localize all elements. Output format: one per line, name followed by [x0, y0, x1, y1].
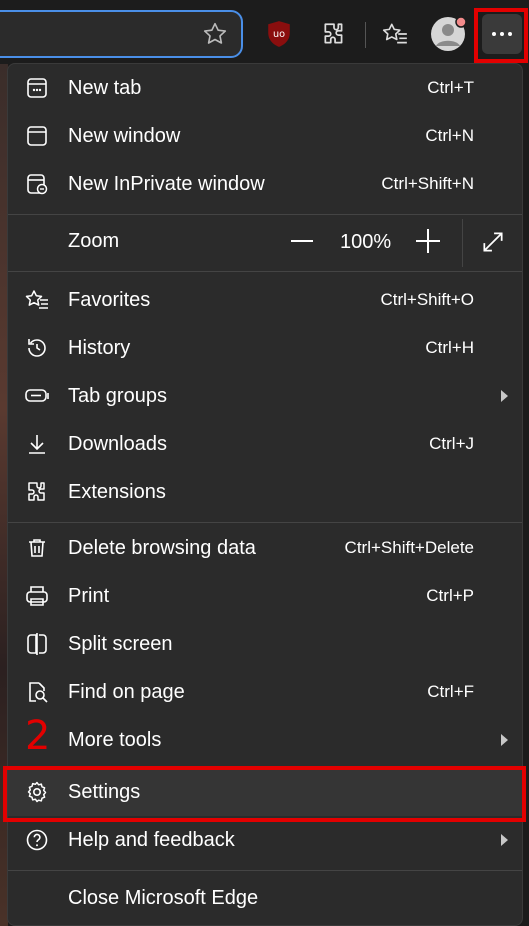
menu-item-new-inprivate-window[interactable]: New InPrivate window Ctrl+Shift+N: [8, 160, 522, 208]
menu-divider: [8, 766, 522, 767]
menu-divider: [8, 271, 522, 272]
help-icon: [24, 828, 50, 852]
menu-item-label: New InPrivate window: [68, 172, 265, 195]
menu-item-label: Close Microsoft Edge: [68, 886, 259, 909]
menu-item-shortcut: Ctrl+Shift+N: [381, 174, 474, 193]
menu-item-delete-browsing-data[interactable]: Delete browsing data Ctrl+Shift+Delete: [8, 524, 522, 572]
menu-item-label: Favorites: [68, 288, 151, 311]
menu-item-label: Help and feedback: [68, 828, 235, 851]
menu-item-label: Downloads: [68, 432, 167, 455]
print-icon: [24, 584, 50, 608]
menu-item-find-on-page[interactable]: Find on page Ctrl+F: [8, 668, 522, 716]
menu-item-print[interactable]: Print Ctrl+P: [8, 572, 522, 620]
downloads-icon: [24, 432, 50, 456]
menu-item-label: Tab groups: [68, 384, 167, 407]
menu-item-label: Print: [68, 584, 110, 607]
menu-item-shortcut: Ctrl+T: [427, 78, 474, 97]
favorites-icon: [24, 288, 50, 312]
zoom-in-button[interactable]: [416, 229, 440, 253]
menu-item-shortcut: Ctrl+N: [425, 126, 474, 145]
menu-item-label: More tools: [68, 728, 162, 751]
menu-item-new-window[interactable]: New window Ctrl+N: [8, 112, 522, 160]
menu-item-shortcut: Ctrl+Shift+Delete: [344, 538, 474, 557]
zoom-level: 100%: [340, 231, 392, 253]
menu-item-label: Delete browsing data: [68, 536, 256, 559]
favorite-star-icon[interactable]: [196, 14, 234, 54]
zoom-divider: [462, 219, 463, 267]
new-window-icon: [24, 124, 50, 148]
chevron-right-icon: [501, 734, 508, 746]
tab-groups-icon: [24, 384, 50, 408]
menu-item-label: Extensions: [68, 480, 166, 503]
svg-text:uo: uo: [273, 29, 285, 40]
annotation-step-2: 2: [25, 713, 51, 759]
menu-item-label: Find on page: [68, 680, 185, 703]
settings-and-more-button[interactable]: [482, 14, 522, 54]
menu-item-label: New tab: [68, 76, 142, 99]
toolbar-divider: [365, 22, 366, 48]
fullscreen-icon[interactable]: [480, 229, 506, 255]
history-icon: [24, 336, 50, 360]
menu-item-label: New window: [68, 124, 181, 147]
gear-icon: [24, 780, 50, 804]
menu-divider: [8, 522, 522, 523]
settings-and-more-menu: New tab Ctrl+T New window Ctrl+N New InP…: [7, 63, 523, 926]
menu-item-split-screen[interactable]: Split screen: [8, 620, 522, 668]
menu-item-history[interactable]: History Ctrl+H: [8, 324, 522, 372]
menu-item-close-microsoft-edge[interactable]: Close Microsoft Edge: [8, 874, 522, 922]
extensions-icon[interactable]: [315, 14, 353, 54]
extensions-icon: [24, 480, 50, 504]
menu-item-shortcut: Ctrl+H: [425, 338, 474, 357]
menu-item-shortcut: Ctrl+P: [426, 586, 474, 605]
menu-item-shortcut: Ctrl+J: [429, 434, 474, 453]
find-icon: [24, 680, 50, 704]
menu-item-shortcut: Ctrl+F: [427, 682, 474, 701]
zoom-label: Zoom: [68, 230, 120, 252]
menu-item-more-tools[interactable]: More tools: [8, 716, 522, 764]
trash-icon: [24, 536, 50, 560]
menu-item-label: History: [68, 336, 131, 359]
browser-toolbar: uo: [0, 0, 529, 64]
chevron-right-icon: [501, 390, 508, 402]
chevron-right-icon: [501, 834, 508, 846]
menu-item-help-and-feedback[interactable]: Help and feedback: [8, 816, 522, 864]
menu-divider: [8, 870, 522, 871]
new-tab-icon: [24, 76, 50, 100]
menu-item-new-tab[interactable]: New tab Ctrl+T: [8, 64, 522, 112]
split-screen-icon: [24, 632, 50, 656]
menu-item-settings[interactable]: Settings: [8, 768, 522, 816]
menu-item-label: Split screen: [68, 632, 173, 655]
ublock-extension-icon[interactable]: uo: [260, 14, 298, 54]
menu-item-extensions[interactable]: Extensions: [8, 468, 522, 516]
profile-avatar[interactable]: [429, 14, 467, 54]
inprivate-icon: [24, 172, 50, 196]
favorites-list-icon[interactable]: [376, 14, 414, 54]
menu-item-favorites[interactable]: Favorites Ctrl+Shift+O: [8, 276, 522, 324]
menu-item-shortcut: Ctrl+Shift+O: [380, 290, 474, 309]
zoom-row: Zoom 100%: [8, 215, 522, 271]
menu-item-tab-groups[interactable]: Tab groups: [8, 372, 522, 420]
menu-item-downloads[interactable]: Downloads Ctrl+J: [8, 420, 522, 468]
menu-item-label: Settings: [68, 780, 141, 803]
zoom-out-button[interactable]: [291, 240, 313, 242]
